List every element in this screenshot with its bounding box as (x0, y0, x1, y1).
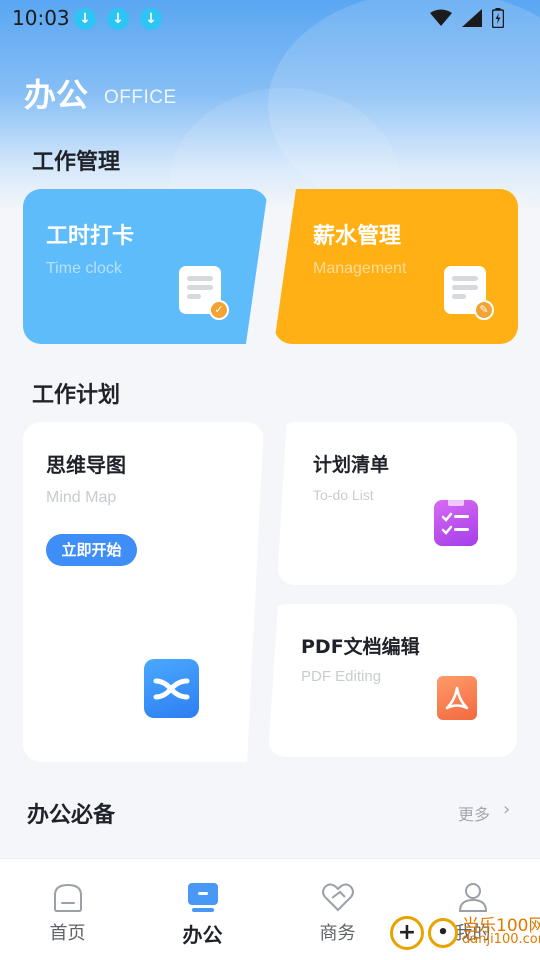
signal-icon (462, 9, 482, 27)
battery-icon (492, 8, 504, 28)
salary-subtitle: Management (313, 260, 407, 277)
timeclock-title: 工时打卡 (46, 224, 135, 249)
status-time: 10:03 (12, 6, 70, 30)
section-title-work-management: 工作管理 (32, 150, 121, 175)
page-title: 办公 (24, 76, 89, 114)
tab-business-label: 商务 (319, 923, 356, 944)
todo-card[interactable] (277, 422, 517, 585)
document-edit-icon: ✎ (444, 266, 494, 320)
mindmap-icon (144, 659, 199, 718)
system-icons (430, 8, 504, 28)
timeclock-card[interactable]: 工时打卡 Time clock ✓ (23, 189, 268, 344)
watermark-name: 当乐100网 (462, 916, 540, 936)
pdf-subtitle: PDF Editing (301, 668, 382, 685)
user-icon (458, 883, 487, 912)
pdf-title: PDF文档编辑 (301, 636, 420, 658)
watermark-logo-icon: + (390, 916, 424, 950)
tab-business[interactable]: 商务 (270, 859, 405, 960)
clipboard-checklist-icon (434, 499, 478, 546)
document-check-icon: ✓ (179, 266, 229, 320)
watermark: + • 当乐100网 danji100.com (390, 916, 540, 950)
status-bar: 10:03 ↓ ↓ ↓ (0, 0, 540, 36)
tab-home[interactable]: 首页 (0, 859, 135, 960)
office-icon (187, 883, 218, 912)
download-icon: ↓ (107, 8, 129, 30)
home-icon (53, 883, 82, 912)
pdf-file-icon (437, 676, 477, 720)
section-title-work-plan: 工作计划 (32, 383, 121, 408)
tab-office[interactable]: 办公 (135, 859, 270, 960)
todo-subtitle: To-do List (313, 487, 374, 503)
wifi-icon (430, 9, 452, 26)
tab-home-label: 首页 (49, 923, 86, 944)
todo-title: 计划清单 (313, 454, 390, 476)
chevron-right-icon[interactable]: › (503, 799, 510, 820)
tab-office-label: 办公 (182, 923, 223, 947)
watermark-text: 当乐100网 danji100.com (462, 916, 540, 947)
start-now-button[interactable]: 立即开始 (46, 534, 137, 566)
page-subtitle: OFFICE (104, 87, 177, 108)
mindmap-subtitle: Mind Map (46, 489, 117, 506)
mindmap-title: 思维导图 (46, 453, 126, 477)
section-title-essentials: 办公必备 (27, 803, 116, 828)
salary-card[interactable]: 薪水管理 Management ✎ (274, 189, 518, 344)
handshake-icon (321, 883, 354, 912)
more-link[interactable]: 更多 (458, 801, 490, 825)
salary-title: 薪水管理 (313, 224, 402, 249)
download-icon: ↓ (74, 8, 96, 30)
watermark-url: danji100.com (462, 932, 540, 947)
timeclock-subtitle: Time clock (46, 260, 122, 277)
download-icon: ↓ (140, 8, 162, 30)
watermark-logo-icon: • (428, 918, 458, 948)
